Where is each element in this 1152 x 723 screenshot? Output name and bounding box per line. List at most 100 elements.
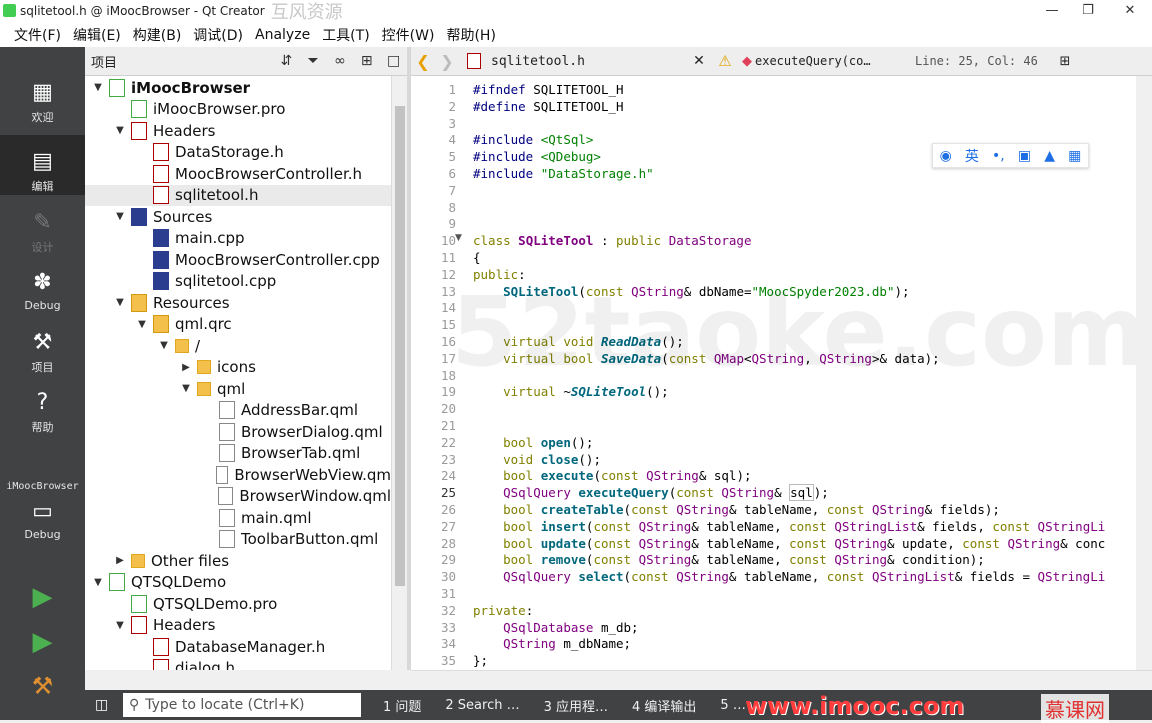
code-line[interactable]: bool update(const QString& tableName, co… (473, 536, 1105, 551)
code-line[interactable]: class SQLiteTool : public DataStorage (473, 233, 752, 248)
collapse-arrow-icon[interactable]: ▼ (157, 340, 171, 351)
code-line[interactable]: #ifndef SQLITETOOL_H (473, 82, 624, 97)
tree-item[interactable]: QTSQLDemo.pro (85, 593, 391, 615)
split-editor-icon[interactable]: ⊞ (1057, 54, 1073, 69)
debug-run-button[interactable]: ▶ (0, 627, 85, 657)
menu-widgets[interactable]: 控件(W) (376, 25, 441, 45)
split-icon[interactable]: ⊞ (353, 53, 380, 69)
forward-icon[interactable]: ❯ (435, 52, 459, 71)
code-line[interactable]: #include <QtSql> (473, 132, 593, 147)
ime-menu-icon[interactable]: ▦ (1068, 148, 1081, 164)
code-line[interactable]: QSqlQuery select(const QString& tableNam… (473, 569, 1105, 584)
code-line[interactable]: virtual ~SQLiteTool(); (473, 384, 669, 399)
code-line[interactable]: #include <QDebug> (473, 149, 601, 164)
code-line[interactable]: SQLiteTool(const QString& dbName="MoocSp… (473, 284, 909, 299)
tree-item[interactable]: ▼ Headers (85, 615, 391, 637)
code-line[interactable]: virtual bool SaveData(const QMap<QString… (473, 351, 940, 366)
tree-item[interactable]: iMoocBrowser.pro (85, 99, 391, 121)
menu-analyze[interactable]: Analyze (249, 27, 316, 43)
editor-scrollbar[interactable] (1136, 76, 1152, 670)
tree-item[interactable]: BrowserWindow.qml (85, 486, 391, 508)
tree-item[interactable]: AddressBar.qml (85, 400, 391, 422)
code-line[interactable]: private: (473, 603, 533, 618)
tree-item[interactable]: ▼ QTSQLDemo (85, 572, 391, 594)
tree-item[interactable]: main.cpp (85, 228, 391, 250)
tab-app-output[interactable]: 3 应用程… (532, 696, 620, 715)
tree-item[interactable]: DataStorage.h (85, 142, 391, 164)
code-line[interactable]: #define SQLITETOOL_H (473, 99, 624, 114)
minimize-button[interactable]: — (1036, 0, 1068, 22)
code-line[interactable]: void close(); (473, 452, 601, 467)
ime-keyboard-icon[interactable]: ▣ (1018, 148, 1031, 164)
build-button[interactable]: ⚒ (0, 672, 85, 700)
tree-item[interactable]: sqlitetool.h (85, 184, 391, 206)
tab-compile-output[interactable]: 4 编译输出 (620, 696, 708, 715)
menu-tools[interactable]: 工具(T) (316, 25, 375, 45)
project-view-selector[interactable]: 项目 (91, 52, 273, 71)
code-line[interactable]: QString m_dbName; (473, 636, 631, 651)
close-button[interactable]: ✕ (1114, 0, 1146, 22)
menu-build[interactable]: 构建(B) (127, 25, 188, 45)
tree-item[interactable]: ▼ Sources (85, 206, 391, 228)
tree-item[interactable]: dialog.h (85, 658, 391, 670)
mode-help[interactable]: ? 帮助 (0, 390, 85, 435)
tree-item[interactable]: sqlitetool.cpp (85, 271, 391, 293)
fold-arrow-icon[interactable]: ▼ (455, 233, 462, 243)
tree-item[interactable]: ▼ Headers (85, 120, 391, 142)
ime-toolbar[interactable]: ◉ 英 •, ▣ ▲ ▦ (932, 143, 1089, 168)
warning-icon[interactable]: ⚠ (711, 52, 739, 70)
ime-lang-icon[interactable]: 英 (965, 146, 979, 166)
ime-skin-icon[interactable]: ▲ (1044, 148, 1055, 164)
tree-item[interactable]: ▼ / (85, 335, 391, 357)
back-icon[interactable]: ❮ (411, 52, 435, 71)
code-line[interactable]: virtual void ReadData(); (473, 334, 684, 349)
collapse-arrow-icon[interactable]: ▼ (113, 211, 127, 222)
collapse-arrow-icon[interactable]: ▼ (135, 319, 149, 330)
code-line[interactable]: { (473, 250, 481, 265)
code-line[interactable]: bool remove(const QString& tableName, co… (473, 552, 985, 567)
project-tree-scrollbar[interactable] (391, 76, 407, 670)
tree-item[interactable]: main.qml (85, 507, 391, 529)
tree-item[interactable]: ToolbarButton.qml (85, 529, 391, 551)
tree-item[interactable]: BrowserWebView.qm (85, 464, 391, 486)
menu-edit[interactable]: 编辑(E) (67, 25, 127, 45)
tree-item[interactable]: ▼ iMoocBrowser (85, 77, 391, 99)
maximize-button[interactable]: ❐ (1072, 0, 1104, 22)
code-line[interactable]: QSqlQuery executeQuery(const QString& sq… (473, 484, 829, 502)
kit-selector[interactable]: ▭ Debug (0, 499, 85, 559)
tree-item[interactable]: ▶ Other files (85, 550, 391, 572)
code-line[interactable]: }; (473, 653, 488, 668)
tab-search[interactable]: 2 Search … (433, 698, 531, 713)
scrollbar-thumb[interactable] (395, 106, 405, 586)
code-line[interactable]: bool insert(const QString& tableName, co… (473, 519, 1105, 534)
ime-punct-icon[interactable]: •, (992, 148, 1005, 164)
menu-help[interactable]: 帮助(H) (440, 25, 501, 45)
tab-issues[interactable]: 1 问题 (371, 696, 433, 715)
close-panel-icon[interactable]: □ (380, 53, 407, 69)
ime-logo-icon[interactable]: ◉ (940, 148, 952, 164)
link-icon[interactable]: ∞ (327, 53, 354, 69)
code-line[interactable]: public: (473, 267, 526, 282)
tree-item[interactable]: BrowserTab.qml (85, 443, 391, 465)
filter-icon[interactable]: ⏷ (300, 53, 327, 69)
mode-welcome[interactable]: ▦ 欢迎 (0, 80, 85, 125)
collapse-arrow-icon[interactable]: ▼ (113, 125, 127, 136)
open-file-selector[interactable]: sqlitetool.h (491, 54, 687, 69)
tree-item[interactable]: BrowserDialog.qml (85, 421, 391, 443)
code-line[interactable]: bool open(); (473, 435, 593, 450)
code-line[interactable]: bool createTable(const QString& tableNam… (473, 502, 1000, 517)
close-file-icon[interactable]: ✕ (687, 53, 711, 69)
tree-item[interactable]: ▼ qml (85, 378, 391, 400)
collapse-arrow-icon[interactable]: ▼ (91, 82, 105, 93)
toggle-sidebar-icon[interactable]: ◫ (95, 697, 108, 713)
collapse-arrow-icon[interactable]: ▼ (113, 297, 127, 308)
symbol-selector[interactable]: executeQuery(co… (755, 54, 915, 68)
collapse-arrow-icon[interactable]: ▼ (179, 383, 193, 394)
tree-item[interactable]: MoocBrowserController.h (85, 163, 391, 185)
collapse-arrow-icon[interactable]: ▼ (113, 620, 127, 631)
expand-arrow-icon[interactable]: ▶ (113, 555, 127, 566)
menu-debug[interactable]: 调试(D) (187, 25, 249, 45)
mode-debug[interactable]: ✽ Debug (0, 270, 85, 312)
run-button[interactable]: ▶ (0, 582, 85, 612)
code-line[interactable]: bool execute(const QString& sql); (473, 468, 751, 483)
